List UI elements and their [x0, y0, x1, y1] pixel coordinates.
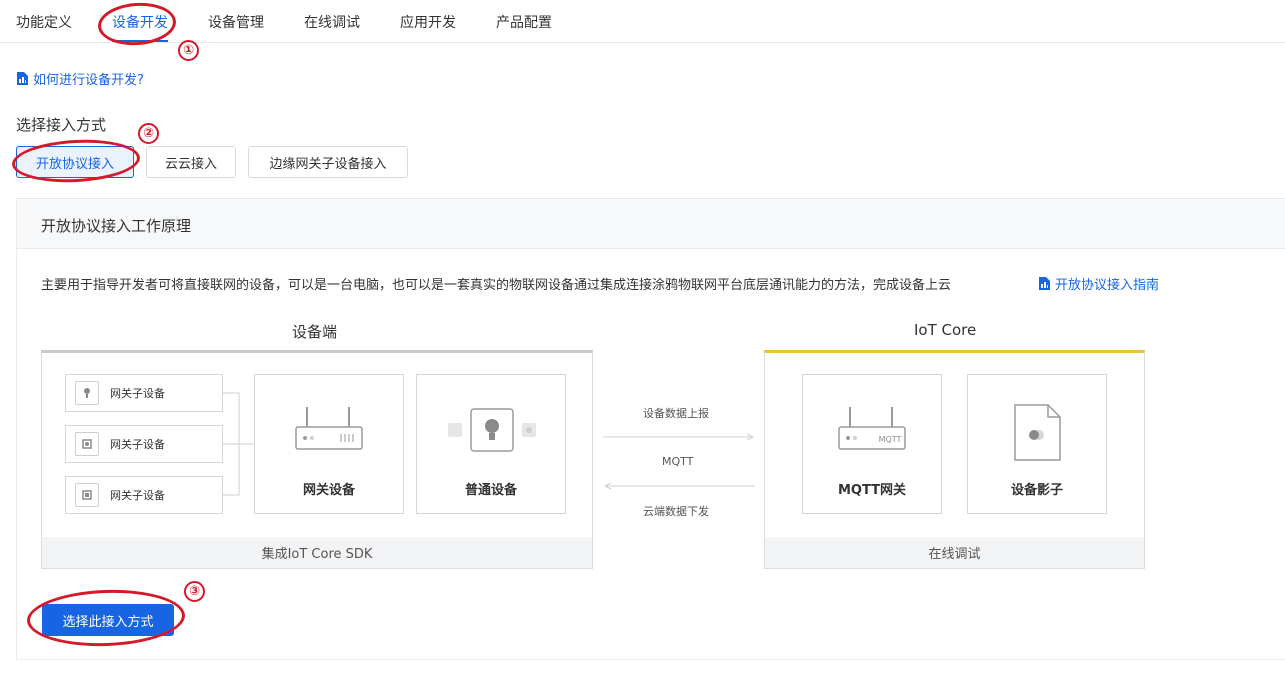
mqtt-flow-label: MQTT [662, 455, 694, 468]
guide-link-label: 开放协议接入指南 [1055, 278, 1160, 293]
open-protocol-method-button[interactable]: 开放协议接入 [16, 146, 134, 178]
edge-gateway-method-button[interactable]: 边缘网关子设备接入 [248, 146, 408, 178]
sub-device-label: 网关子设备 [110, 438, 165, 451]
step-3-marker: ③ [184, 581, 205, 602]
document-shadow-icon [1014, 404, 1061, 461]
mqtt-router-icon: MQTT [838, 407, 906, 450]
principle-card-title: 开放协议接入工作原理 [41, 217, 192, 235]
sub-device-icon [75, 483, 99, 507]
cloud-to-cloud-method-button[interactable]: 云云接入 [146, 146, 236, 178]
step-1-marker: ① [178, 40, 199, 61]
top-tab-bar: 功能定义 设备开发 设备管理 在线调试 应用开发 产品配置 [0, 0, 1285, 43]
mqtt-router-text: MQTT [879, 435, 902, 444]
access-method-title: 选择接入方式 [16, 116, 107, 134]
sub-device-item: 网关子设备 [65, 374, 223, 412]
smart-devices-icon [448, 408, 536, 452]
iot-core-title: IoT Core [914, 321, 977, 339]
mqtt-gateway-box: MQTT MQTT网关 [802, 374, 942, 514]
principle-description: 主要用于指导开发者可将直接联网的设备，可以是一台电脑，也可以是一套真实的物联网设… [41, 278, 952, 293]
tab-function-definition[interactable]: 功能定义 [16, 12, 72, 32]
select-access-method-button[interactable]: 选择此接入方式 [42, 604, 174, 636]
open-protocol-guide-link[interactable]: 开放协议接入指南 [1039, 274, 1159, 293]
help-link-label: 如何进行设备开发? [33, 73, 144, 88]
normal-device-label: 普通设备 [464, 483, 517, 498]
mqtt-gateway-label: MQTT网关 [837, 483, 907, 498]
router-icon [295, 407, 363, 450]
upload-flow-label: 设备数据上报 [643, 407, 709, 420]
tab-product-config[interactable]: 产品配置 [496, 12, 552, 32]
sub-device-connector [223, 392, 254, 496]
upload-arrow-icon [603, 433, 755, 441]
sub-device-item: 网关子设备 [65, 476, 223, 514]
device-shadow-label: 设备影子 [1010, 483, 1063, 498]
device-side-title: 设备端 [292, 323, 338, 341]
download-arrow-icon [603, 482, 755, 490]
sub-device-label: 网关子设备 [110, 489, 165, 502]
document-icon [1039, 277, 1050, 290]
sub-device-icon [75, 432, 99, 456]
help-link[interactable]: 如何进行设备开发? [17, 69, 144, 88]
step-2-marker: ② [138, 123, 159, 144]
tab-device-development[interactable]: 设备开发 [112, 12, 168, 42]
sub-device-label: 网关子设备 [110, 387, 165, 400]
iot-core-footer: 在线调试 [765, 537, 1144, 568]
tab-online-debug[interactable]: 在线调试 [304, 12, 360, 32]
principle-card-header: 开放协议接入工作原理 [17, 199, 1285, 249]
download-flow-label: 云端数据下发 [643, 505, 709, 518]
gateway-device-box: 网关设备 [254, 374, 404, 514]
tab-app-development[interactable]: 应用开发 [400, 12, 456, 32]
sub-device-icon [75, 381, 99, 405]
normal-device-box: 普通设备 [416, 374, 566, 514]
gateway-device-label: 网关设备 [302, 483, 355, 498]
device-side-footer: 集成IoT Core SDK [42, 537, 592, 568]
sub-device-item: 网关子设备 [65, 425, 223, 463]
document-icon [17, 72, 28, 85]
device-shadow-box: 设备影子 [967, 374, 1107, 514]
tab-device-management[interactable]: 设备管理 [208, 12, 264, 32]
